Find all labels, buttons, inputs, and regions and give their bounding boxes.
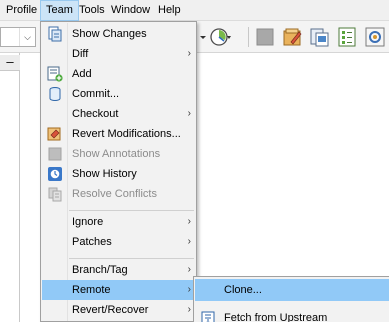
menu-item-diff[interactable]: Diff › — [42, 44, 195, 64]
menu-item-commit[interactable]: Commit... — [42, 84, 195, 104]
remote-submenu: Clone... Fetch from Upstream — [193, 276, 389, 322]
menu-profile[interactable]: Profile — [1, 0, 42, 21]
menu-item-label: Show Changes — [72, 28, 147, 40]
revert-icon — [47, 127, 61, 141]
submenu-arrow-icon: › — [187, 216, 191, 227]
menu-item-label: Fetch from Upstream — [224, 312, 328, 322]
menu-item-label: Resolve Conflicts — [72, 188, 157, 200]
menu-item-label: Show Annotations — [72, 148, 161, 160]
menu-help[interactable]: Help — [153, 0, 186, 21]
team-menu: Show Changes Diff › Add Commit... Checko… — [40, 21, 197, 322]
menu-item-label: Remote — [72, 284, 111, 296]
configuration-combo[interactable]: ⌵ — [0, 27, 36, 47]
menu-item-label: Show History — [72, 168, 137, 180]
run-dropdown-arrow-icon[interactable] — [199, 26, 207, 48]
menu-item-show-annotations[interactable]: Show Annotations — [42, 144, 195, 164]
stop-icon[interactable] — [254, 26, 276, 48]
menu-item-label: Commit... — [72, 88, 120, 100]
documents-icon[interactable] — [308, 26, 332, 48]
show-changes-icon — [48, 26, 62, 42]
menu-item-remote[interactable]: Remote › — [42, 280, 195, 300]
annotations-icon — [48, 147, 62, 161]
submenu-arrow-icon: › — [187, 304, 191, 315]
menu-item-label: Diff — [72, 48, 89, 60]
fetch-icon — [201, 311, 215, 322]
edit-document-icon[interactable] — [281, 26, 305, 48]
task-list-icon[interactable] — [336, 26, 360, 48]
menu-item-clone[interactable]: Clone... — [195, 279, 389, 301]
menu-item-label: Checkout — [72, 108, 119, 120]
menu-item-resolve-conflicts[interactable]: Resolve Conflicts — [42, 184, 195, 204]
menu-tools[interactable]: Tools — [74, 0, 110, 21]
menu-item-label: Patches — [72, 236, 112, 248]
menu-window[interactable]: Window — [106, 0, 155, 21]
submenu-arrow-icon: › — [187, 108, 191, 119]
menu-item-show-changes[interactable]: Show Changes — [42, 24, 195, 44]
menu-item-add[interactable]: Add — [42, 64, 195, 84]
resolve-conflicts-icon — [48, 187, 62, 202]
submenu-arrow-icon: › — [187, 48, 191, 59]
menu-item-patches[interactable]: Patches › — [42, 232, 195, 252]
menu-separator — [69, 258, 194, 259]
menu-separator — [69, 210, 194, 211]
minimize-button[interactable]: – — [0, 55, 20, 71]
menu-item-label: Ignore — [72, 216, 104, 228]
profile-icon[interactable] — [208, 26, 232, 48]
menu-item-label: Revert/Recover — [72, 304, 149, 316]
menu-item-revert-recover[interactable]: Revert/Recover › — [42, 300, 195, 320]
chevron-down-icon[interactable]: ⌵ — [19, 28, 35, 46]
menu-item-label: Revert Modifications... — [72, 128, 181, 140]
commit-icon — [49, 87, 61, 101]
add-icon — [47, 66, 63, 82]
menu-bar: Profile Team Tools Window Help — [0, 0, 389, 21]
settings-icon[interactable] — [364, 26, 389, 48]
submenu-arrow-icon: › — [187, 264, 191, 275]
menu-item-ignore[interactable]: Ignore › — [42, 212, 195, 232]
menu-item-fetch-from-upstream[interactable]: Fetch from Upstream — [195, 307, 389, 322]
toolbar-separator — [248, 27, 249, 47]
left-panel — [0, 53, 20, 322]
menu-item-checkout[interactable]: Checkout › — [42, 104, 195, 124]
submenu-arrow-icon: › — [187, 284, 191, 295]
menu-item-label: Branch/Tag — [72, 264, 128, 276]
menu-item-branch-tag[interactable]: Branch/Tag › — [42, 260, 195, 280]
submenu-arrow-icon: › — [187, 236, 191, 247]
menu-item-label: Clone... — [224, 284, 262, 296]
menu-item-label: Add — [72, 68, 92, 80]
menu-item-show-history[interactable]: Show History — [42, 164, 195, 184]
history-icon — [48, 167, 62, 181]
menu-item-revert-modifications[interactable]: Revert Modifications... — [42, 124, 195, 144]
